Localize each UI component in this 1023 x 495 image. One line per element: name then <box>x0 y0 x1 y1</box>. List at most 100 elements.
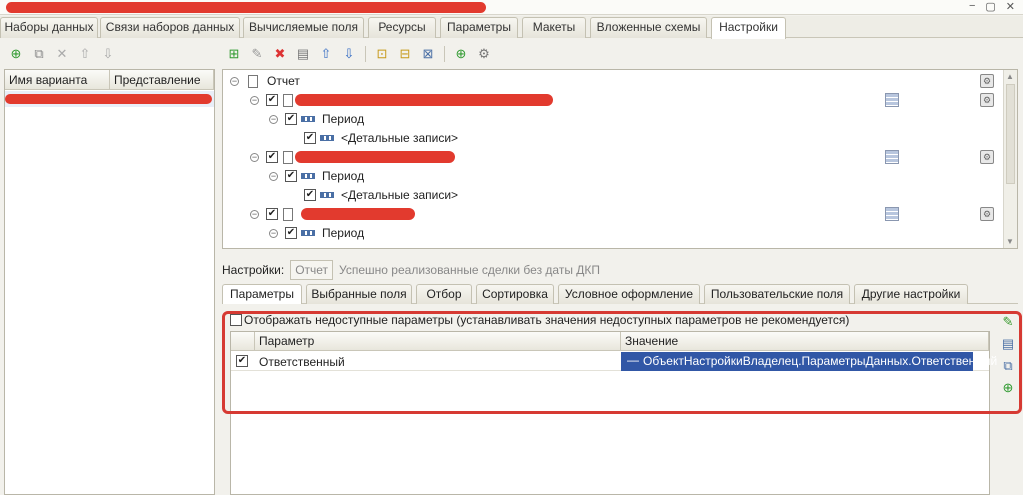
variants-toolbar: ⊕ ⧉ ✕ ⇧ ⇩ <box>6 43 118 65</box>
delete-icon[interactable]: ✕ <box>52 44 72 64</box>
group-checkbox[interactable]: ✔ <box>266 94 278 106</box>
restore-icon[interactable]: ▢ <box>985 0 995 13</box>
toolbar-separator <box>444 46 445 62</box>
period-checkbox[interactable]: ✔ <box>285 170 297 182</box>
add-icon[interactable]: ⊕ <box>6 44 26 64</box>
group-icon[interactable]: ⊡ <box>372 44 392 64</box>
tree-label-details: <Детальные записи> <box>341 131 459 145</box>
tab-calculated-fields[interactable]: Вычисляемые поля <box>243 17 364 38</box>
collapse-icon[interactable]: − <box>230 77 239 86</box>
toolbar-separator <box>365 46 366 62</box>
scroll-thumb[interactable] <box>1006 84 1015 184</box>
redacted-title <box>6 2 486 13</box>
collapse-icon[interactable]: − <box>269 172 278 181</box>
redacted-group-name <box>295 151 455 163</box>
move-up-icon[interactable]: ⇧ <box>316 44 336 64</box>
period-checkbox[interactable]: ✔ <box>285 227 297 239</box>
grouping-icon <box>320 135 334 141</box>
settings-subtabs: Параметры Выбранные поля Отбор Сортировк… <box>222 284 1018 304</box>
tab-dataset-links[interactable]: Связи наборов данных <box>100 17 240 38</box>
window-controls: − ▢ ✕ <box>969 0 1015 13</box>
move-up-icon[interactable]: ⇧ <box>75 44 95 64</box>
settings-line: Настройки: Отчет Успешно реализованные с… <box>222 259 600 281</box>
tab-datasets[interactable]: Наборы данных <box>0 17 98 38</box>
add-settings-icon[interactable]: ⊕ <box>451 44 471 64</box>
tab-parameters[interactable]: Параметры <box>440 17 518 38</box>
parameters-area: Отображать недоступные параметры (устана… <box>222 305 1022 495</box>
collapse-icon[interactable]: − <box>250 96 259 105</box>
tree-toolbar: ⊞ ✎ ✖ ▤ ⇧ ⇩ ⊡ ⊟ ⊠ ⊕ ⚙ <box>224 43 494 65</box>
report-icon <box>248 75 258 88</box>
grouping-icon <box>320 192 334 198</box>
subtab-conditional-appearance[interactable]: Условное оформление <box>558 284 700 304</box>
move-down-icon[interactable]: ⇩ <box>339 44 359 64</box>
tree-row-group[interactable]: − ✔ ⚙ <box>223 91 1017 110</box>
collapse-icon[interactable]: − <box>250 153 259 162</box>
collapse-icon[interactable]: − <box>250 210 259 219</box>
tree-row-details[interactable]: ✔ <Детальные записи> <box>223 129 1017 148</box>
subtab-user-fields[interactable]: Пользовательские поля <box>704 284 850 304</box>
settings-field[interactable]: Отчет <box>290 260 334 280</box>
details-checkbox[interactable]: ✔ <box>304 132 316 144</box>
column-presentation[interactable]: Представление <box>110 70 214 89</box>
subtab-order[interactable]: Сортировка <box>476 284 554 304</box>
properties-icon[interactable]: ▤ <box>293 44 313 64</box>
details-checkbox[interactable]: ✔ <box>304 189 316 201</box>
subtab-selected-fields[interactable]: Выбранные поля <box>306 284 412 304</box>
redacted-group-name <box>295 94 553 106</box>
settings-gear-icon[interactable]: ⚙ <box>980 93 994 107</box>
edit-icon[interactable]: ✎ <box>247 44 267 64</box>
close-icon[interactable]: ✕ <box>1006 0 1015 13</box>
tab-nested-schemas[interactable]: Вложенные схемы <box>590 17 707 38</box>
tree-label-root: Отчет <box>267 74 300 88</box>
scroll-down-icon[interactable]: ▼ <box>1006 237 1014 246</box>
period-checkbox[interactable]: ✔ <box>285 113 297 125</box>
tree-scrollbar[interactable]: ▲ ▼ <box>1003 70 1017 248</box>
settings-label: Настройки: <box>222 263 285 277</box>
grouping-icon <box>301 230 315 236</box>
tree-row-group[interactable]: − ✔ ⚙ <box>223 148 1017 167</box>
redacted-group-name <box>301 208 415 220</box>
subtab-other-settings[interactable]: Другие настройки <box>854 284 968 304</box>
structure-icon[interactable] <box>885 150 899 164</box>
structure-icon[interactable] <box>885 93 899 107</box>
move-down-icon[interactable]: ⇩ <box>98 44 118 64</box>
group-checkbox[interactable]: ✔ <box>266 151 278 163</box>
collapse-icon[interactable]: − <box>269 229 278 238</box>
add-grouping-icon[interactable]: ⊞ <box>224 44 244 64</box>
grouping-icon <box>301 116 315 122</box>
delete-icon[interactable]: ✖ <box>270 44 290 64</box>
minimize-icon[interactable]: − <box>969 0 975 13</box>
variants-grid[interactable]: Имя варианта Представление <box>4 69 215 495</box>
collapse-icon[interactable]: − <box>269 115 278 124</box>
group-doc-icon <box>283 94 293 107</box>
subtab-filter[interactable]: Отбор <box>416 284 472 304</box>
settings-gear-icon[interactable]: ⚙ <box>980 150 994 164</box>
tab-layouts[interactable]: Макеты <box>522 17 586 38</box>
structure-tree[interactable]: − Отчет ⚙ − ✔ ⚙ − ✔ Период ✔ <Детальные … <box>222 69 1018 249</box>
tab-settings[interactable]: Настройки <box>711 17 786 39</box>
tab-resources[interactable]: Ресурсы <box>368 17 436 38</box>
group-doc-icon <box>283 151 293 164</box>
subtab-parameters[interactable]: Параметры <box>222 284 302 304</box>
settings-gear-icon[interactable]: ⚙ <box>474 44 494 64</box>
variant-row[interactable] <box>5 91 214 107</box>
tree-row-period[interactable]: − ✔ Период <box>223 110 1017 129</box>
scroll-up-icon[interactable]: ▲ <box>1006 72 1014 81</box>
tree-row-root[interactable]: − Отчет ⚙ <box>223 72 1017 91</box>
tree-row-period[interactable]: − ✔ Период <box>223 167 1017 186</box>
tree-row-details[interactable]: ✔ <Детальные записи> <box>223 186 1017 205</box>
settings-gear-icon[interactable]: ⚙ <box>980 207 994 221</box>
copy-icon[interactable]: ⧉ <box>29 44 49 64</box>
structure-icon[interactable]: ⊠ <box>418 44 438 64</box>
highlight-frame <box>222 311 1022 414</box>
group-checkbox[interactable]: ✔ <box>266 208 278 220</box>
grouping-icon <box>301 173 315 179</box>
tree-label-period: Период <box>322 169 365 183</box>
settings-gear-icon[interactable]: ⚙ <box>980 74 994 88</box>
tree-row-group[interactable]: − ✔ ⚙ <box>223 205 1017 224</box>
tree-row-period[interactable]: − ✔ Период <box>223 224 1017 243</box>
structure-icon[interactable] <box>885 207 899 221</box>
column-variant-name[interactable]: Имя варианта <box>5 70 110 89</box>
ungroup-icon[interactable]: ⊟ <box>395 44 415 64</box>
